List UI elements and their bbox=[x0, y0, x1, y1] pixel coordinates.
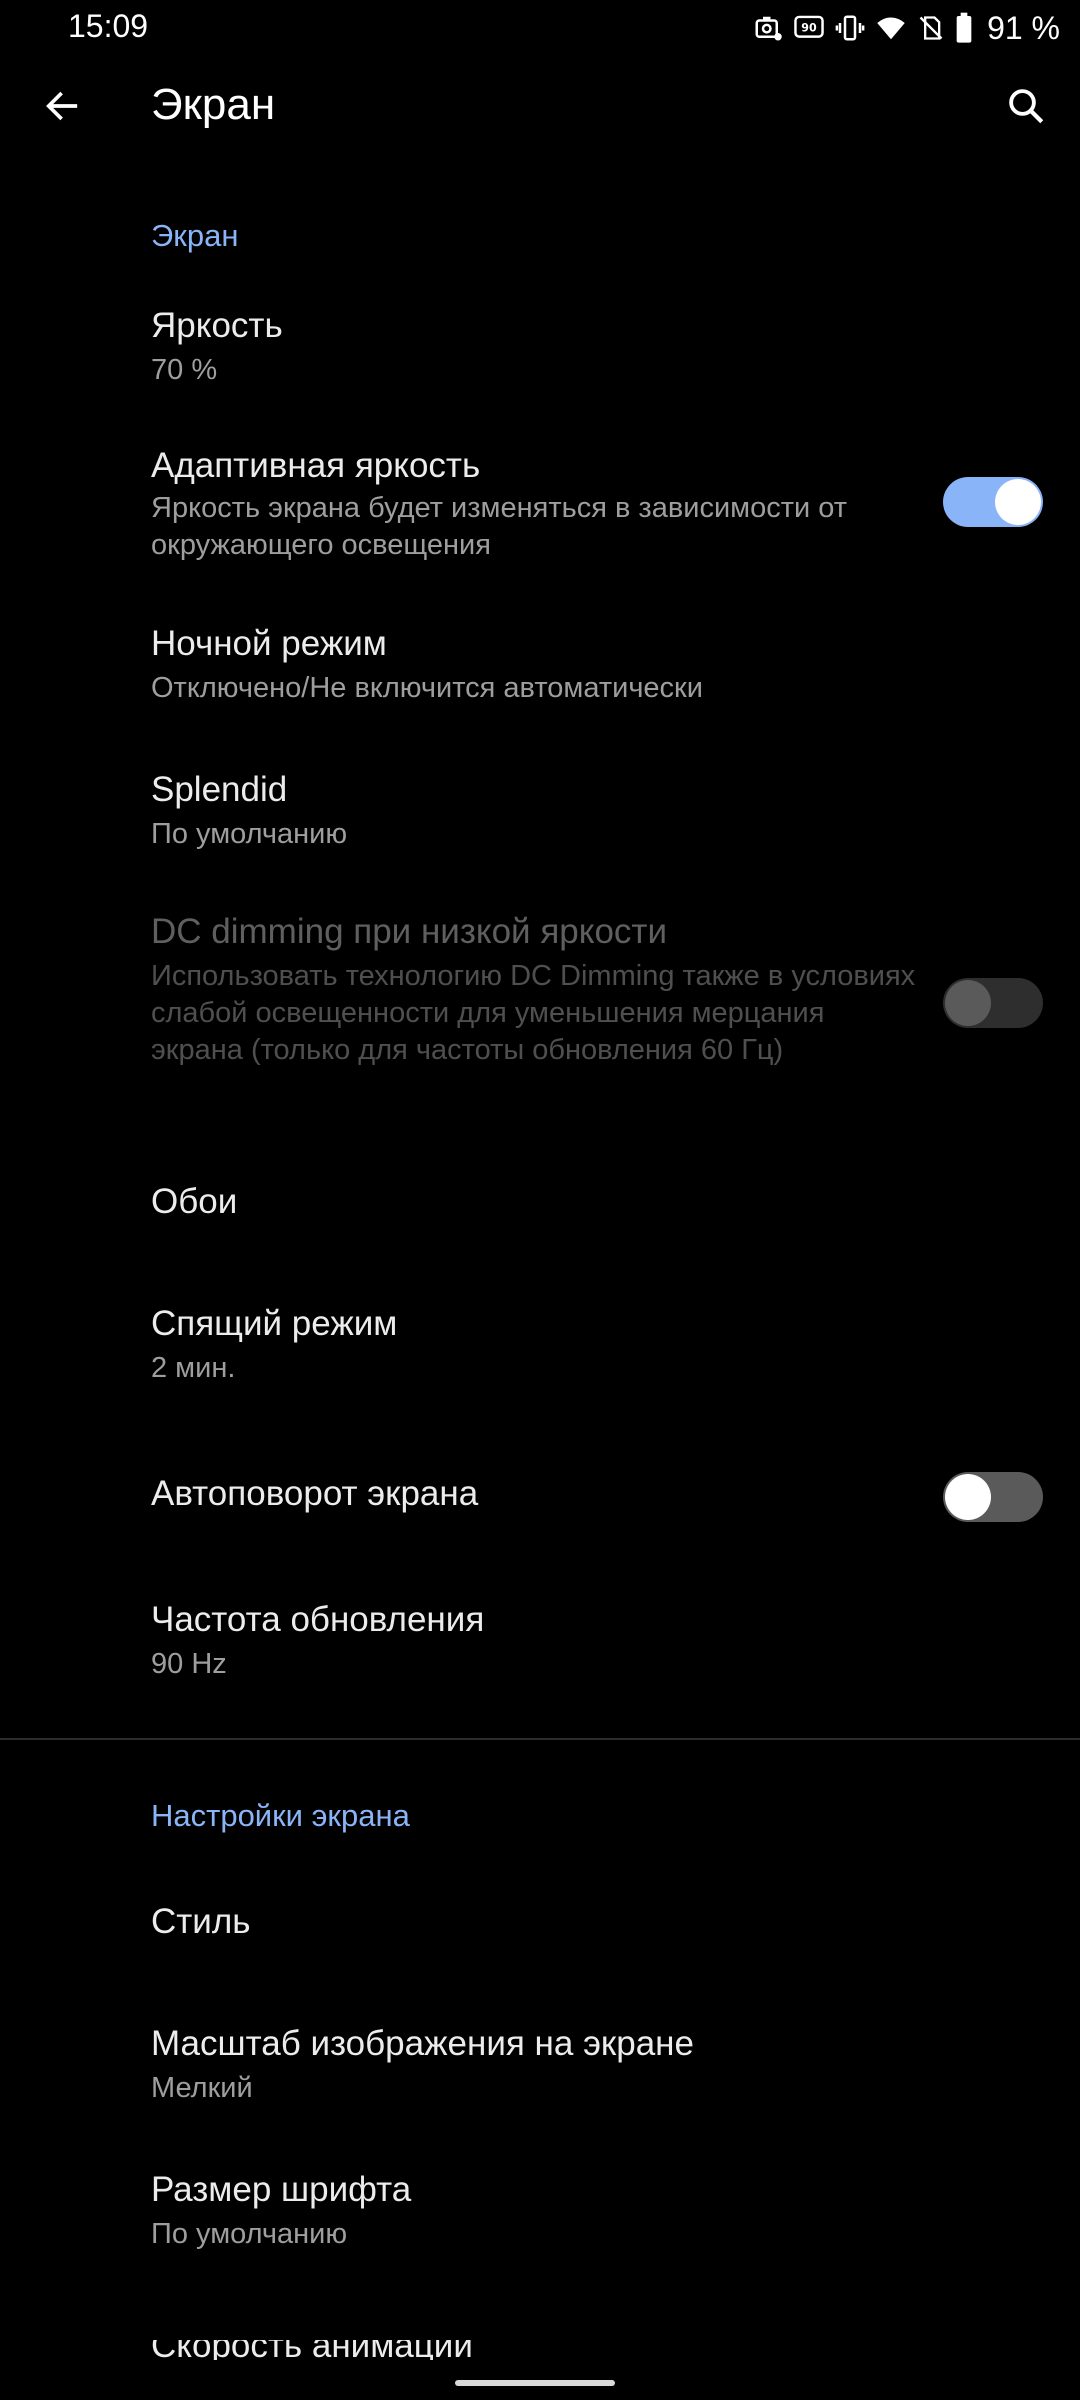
setting-value: Мелкий bbox=[151, 2072, 253, 2104]
setting-title: Splendid bbox=[151, 770, 288, 809]
setting-title: Спящий режим bbox=[151, 1304, 398, 1343]
setting-title: Частота обновления bbox=[151, 1600, 485, 1639]
setting-title: Яркость bbox=[151, 306, 283, 345]
section-divider bbox=[0, 1738, 1080, 1740]
toggle-thumb bbox=[945, 980, 991, 1026]
setting-value: 90 Hz bbox=[151, 1648, 227, 1680]
setting-display-size[interactable]: Масштаб изображения на экране Мелкий bbox=[0, 2010, 1080, 2120]
no-sim-icon bbox=[917, 13, 945, 43]
setting-refresh-rate[interactable]: Частота обновления 90 Hz bbox=[0, 1586, 1080, 1696]
toggle-thumb bbox=[945, 1474, 991, 1520]
setting-font-size[interactable]: Размер шрифта По умолчанию bbox=[0, 2156, 1080, 2266]
page-title: Экран bbox=[151, 80, 276, 129]
status-icons: 90 91 % bbox=[753, 10, 1060, 46]
wifi-icon bbox=[875, 13, 907, 43]
setting-title: Масштаб изображения на экране bbox=[151, 2024, 694, 2063]
setting-title: DC dimming при низкой яркости bbox=[151, 912, 667, 951]
setting-dc-dimming: DC dimming при низкой яркости Использова… bbox=[0, 898, 1080, 1118]
setting-value: 2 мин. bbox=[151, 1352, 236, 1384]
toggle-thumb bbox=[995, 479, 1041, 525]
section-header-screen-settings: Настройки экрана bbox=[151, 1798, 410, 1833]
refresh-rate-icon: 90 bbox=[793, 13, 825, 43]
setting-value: 70 % bbox=[151, 354, 218, 386]
battery-icon bbox=[955, 12, 973, 44]
setting-title: Автоповорот экрана bbox=[151, 1474, 479, 1513]
status-time: 15:09 bbox=[68, 8, 149, 44]
status-bar: 15:09 90 91 % bbox=[0, 0, 1080, 56]
setting-night-mode[interactable]: Ночной режим Отключено/Не включится авто… bbox=[0, 610, 1080, 720]
setting-description: Яркость экрана будет изменяться в зависи… bbox=[151, 492, 848, 561]
setting-sleep[interactable]: Спящий режим 2 мин. bbox=[0, 1290, 1080, 1400]
setting-description: Использовать технологию DC Dimming также… bbox=[151, 960, 916, 1066]
back-button[interactable] bbox=[30, 76, 94, 140]
setting-wallpaper[interactable]: Обои bbox=[0, 1160, 1080, 1250]
battery-percent: 91 % bbox=[987, 9, 1060, 46]
svg-text:90: 90 bbox=[801, 22, 817, 35]
search-button[interactable] bbox=[994, 76, 1058, 140]
vibrate-icon bbox=[835, 13, 865, 43]
setting-brightness[interactable]: Яркость 70 % bbox=[0, 290, 1080, 410]
setting-adaptive-brightness[interactable]: Адаптивная яркость Яркость экрана будет … bbox=[0, 430, 1080, 580]
setting-value: По умолчанию bbox=[151, 2218, 348, 2250]
app-bar: Экран bbox=[0, 56, 1080, 156]
setting-title: Скорость анимации bbox=[151, 2340, 473, 2360]
adaptive-brightness-toggle[interactable] bbox=[943, 477, 1043, 527]
dc-dimming-toggle bbox=[943, 978, 1043, 1028]
setting-splendid[interactable]: Splendid По умолчанию bbox=[0, 756, 1080, 866]
setting-animation-speed[interactable]: Скорость анимации bbox=[0, 2340, 1080, 2360]
setting-auto-rotate[interactable]: Автоповорот экрана bbox=[0, 1450, 1080, 1546]
setting-style[interactable]: Стиль bbox=[0, 1880, 1080, 1974]
setting-title: Ночной режим bbox=[151, 624, 387, 663]
setting-title: Адаптивная яркость bbox=[151, 446, 481, 485]
setting-title: Размер шрифта bbox=[151, 2170, 412, 2209]
gesture-nav-handle[interactable] bbox=[455, 2380, 615, 2386]
setting-value: По умолчанию bbox=[151, 818, 348, 850]
setting-title: Стиль bbox=[151, 1902, 251, 1941]
auto-rotate-toggle[interactable] bbox=[943, 1472, 1043, 1522]
back-arrow-icon bbox=[42, 86, 82, 131]
setting-value: Отключено/Не включится автоматически bbox=[151, 672, 703, 704]
section-header-display: Экран bbox=[151, 218, 239, 253]
setting-title: Обои bbox=[151, 1182, 238, 1221]
screenshot-icon bbox=[753, 13, 783, 43]
search-icon bbox=[1005, 85, 1047, 132]
